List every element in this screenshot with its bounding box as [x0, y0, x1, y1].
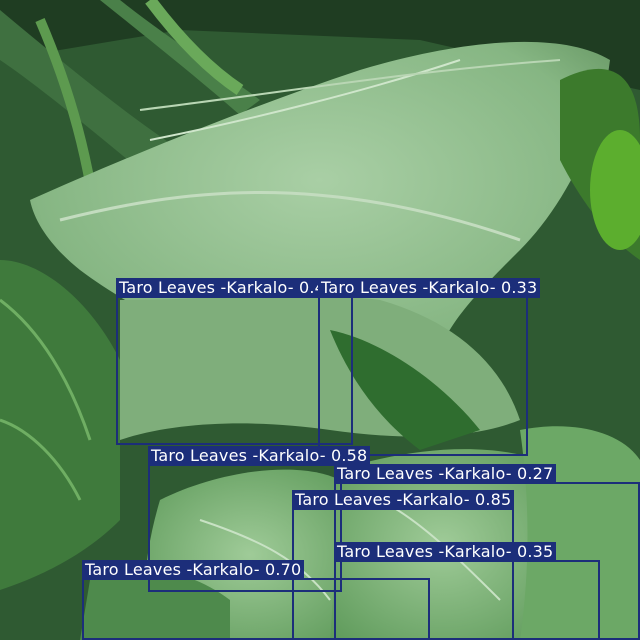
detection-class-name: Taro Leaves -Karkalo-: [119, 278, 294, 297]
detection-score: 0.27: [517, 464, 554, 483]
detection-scene: Taro Leaves -Karkalo- 0.41 Taro Leaves -…: [0, 0, 640, 640]
detection-class-name: Taro Leaves -Karkalo-: [337, 464, 512, 483]
detection-label: Taro Leaves -Karkalo- 0.33: [318, 278, 541, 298]
detection-class-name: Taro Leaves -Karkalo-: [321, 278, 496, 297]
detection-label: Taro Leaves -Karkalo- 0.85: [292, 490, 515, 510]
detection-label: Taro Leaves -Karkalo- 0.27: [334, 464, 557, 484]
detection-score: 0.70: [265, 560, 302, 579]
detection-score: 0.33: [501, 278, 538, 297]
detection-label: Taro Leaves -Karkalo- 0.35: [334, 542, 557, 562]
detection-class-name: Taro Leaves -Karkalo-: [337, 542, 512, 561]
detection-score: 0.85: [475, 490, 512, 509]
detection-class-name: Taro Leaves -Karkalo-: [151, 446, 326, 465]
detection-box: Taro Leaves -Karkalo- 0.33: [318, 278, 541, 456]
detection-class-name: Taro Leaves -Karkalo-: [85, 560, 260, 579]
detection-class-name: Taro Leaves -Karkalo-: [295, 490, 470, 509]
detection-label: Taro Leaves -Karkalo- 0.70: [82, 560, 305, 580]
detection-label: Taro Leaves -Karkalo- 0.58: [148, 446, 371, 466]
detection-score: 0.35: [517, 542, 554, 561]
detection-box: Taro Leaves -Karkalo- 0.70: [82, 560, 430, 640]
detection-score: 0.58: [331, 446, 368, 465]
detection-label: Taro Leaves -Karkalo- 0.41: [116, 278, 339, 298]
